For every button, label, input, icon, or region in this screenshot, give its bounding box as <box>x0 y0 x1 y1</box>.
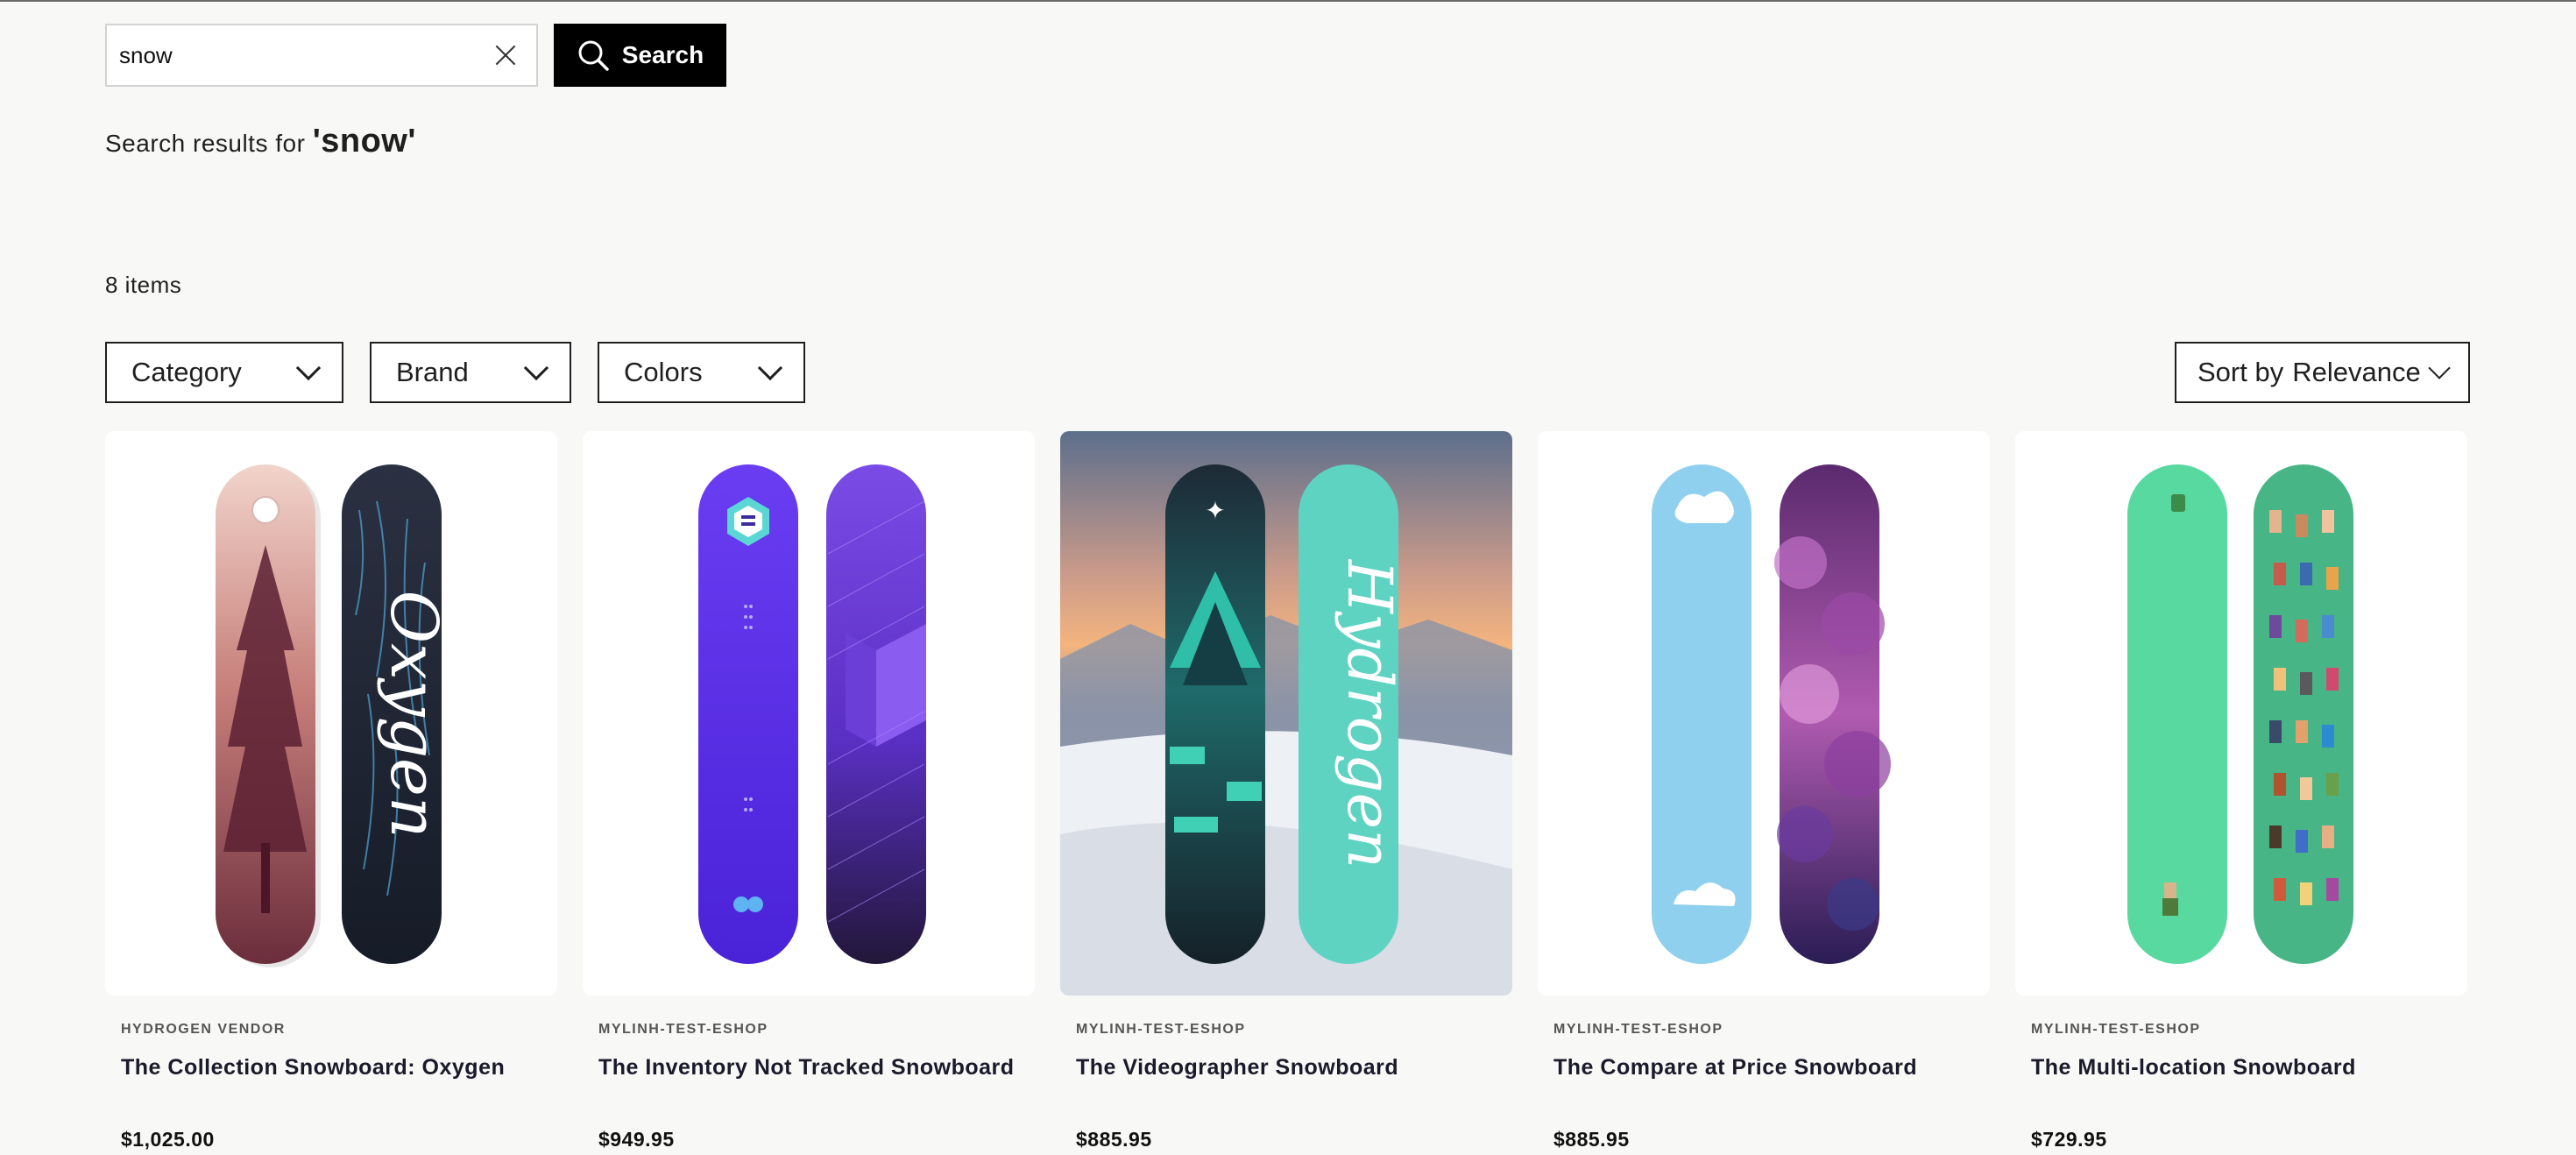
product-image[interactable]: ✦ Hydrogen <box>1060 431 1512 996</box>
chevron-down-icon <box>523 355 549 381</box>
clear-search-icon[interactable] <box>491 40 520 70</box>
filter-brand[interactable]: Brand <box>370 342 571 403</box>
sort-prefix: Sort by <box>2197 357 2284 387</box>
product-vendor: MYLINH-TEST-ESHOP <box>1076 1022 1246 1037</box>
filter-colors-label: Colors <box>624 357 703 387</box>
results-prefix: Search results for <box>105 130 306 157</box>
search-button[interactable]: Search <box>554 24 726 87</box>
product-price: $885.95 <box>1076 1128 1152 1151</box>
item-count: 8 items <box>105 272 182 298</box>
search-field[interactable] <box>105 24 538 87</box>
product-price: $1,025.00 <box>121 1128 215 1151</box>
filter-colors[interactable]: Colors <box>598 342 805 403</box>
filter-category-label: Category <box>131 357 242 387</box>
product-vendor: MYLINH-TEST-ESHOP <box>2031 1022 2201 1037</box>
board-text: Oxygen <box>376 590 451 838</box>
chevron-down-icon <box>757 355 783 381</box>
product-vendor: HYDROGEN VENDOR <box>121 1022 286 1037</box>
sort-value: Relevance <box>2292 357 2421 387</box>
product-title[interactable]: The Collection Snowboard: Oxygen <box>121 1055 557 1081</box>
product-image[interactable] <box>2015 431 2467 996</box>
results-heading: Search results for 'snow' <box>105 123 416 160</box>
filter-category[interactable]: Category <box>105 342 343 403</box>
product-card[interactable]: MYLINH-TEST-ESHOP The Inventory Not Trac… <box>583 431 1035 1151</box>
product-image[interactable] <box>1538 431 1990 996</box>
product-vendor: MYLINH-TEST-ESHOP <box>598 1022 768 1037</box>
product-price: $885.95 <box>1553 1128 1630 1151</box>
product-title[interactable]: The Videographer Snowboard <box>1076 1055 1512 1081</box>
product-image[interactable] <box>583 431 1035 996</box>
search-button-label: Search <box>621 41 704 68</box>
product-image[interactable]: Oxygen <box>105 431 557 996</box>
product-card[interactable]: MYLINH-TEST-ESHOP The Multi-location Sno… <box>2015 431 2467 1151</box>
product-card[interactable]: ✦ Hydrogen MYLINH-TEST-ESHOP The Videogr… <box>1060 431 1512 1151</box>
product-card[interactable]: Oxygen HYDROGEN VENDOR The Collection Sn… <box>105 431 557 1151</box>
product-title[interactable]: The Inventory Not Tracked Snowboard <box>598 1055 1035 1081</box>
board-text: Hydrogen <box>1334 558 1405 868</box>
product-card[interactable]: MYLINH-TEST-ESHOP The Compare at Price S… <box>1538 431 1990 1151</box>
product-grid: Oxygen HYDROGEN VENDOR The Collection Sn… <box>105 431 2467 1151</box>
product-title[interactable]: The Compare at Price Snowboard <box>1553 1055 1990 1081</box>
results-query: 'snow' <box>312 123 416 159</box>
search-bar: Search <box>105 24 726 87</box>
product-vendor: MYLINH-TEST-ESHOP <box>1553 1022 1723 1037</box>
chevron-down-icon <box>295 355 322 381</box>
product-price: $949.95 <box>598 1128 675 1151</box>
filter-bar: Category Brand Colors <box>105 342 805 403</box>
sort-dropdown[interactable]: Sort by Relevance <box>2175 342 2470 403</box>
search-input[interactable] <box>119 41 491 69</box>
chevron-down-icon <box>2428 357 2451 379</box>
svg-text:✦: ✦ <box>1205 496 1225 525</box>
filter-brand-label: Brand <box>396 357 469 387</box>
product-title[interactable]: The Multi-location Snowboard <box>2031 1055 2467 1081</box>
product-price: $729.95 <box>2031 1128 2107 1151</box>
search-icon <box>578 40 609 71</box>
